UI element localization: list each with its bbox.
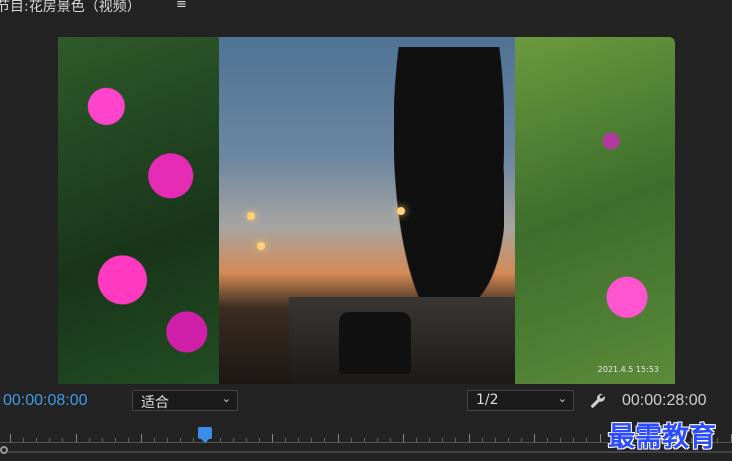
hamburger-menu-icon[interactable]: ≡ [176, 0, 187, 12]
video-frame-center-street [219, 37, 515, 384]
ruler-tick [508, 438, 509, 442]
ruler-tick [377, 438, 378, 442]
watermark-logo-text: 最需教育 [608, 422, 716, 453]
ruler-tick [10, 434, 11, 442]
video-frame-right-flowers: 2021.4.5 15:53 [515, 37, 675, 384]
ruler-tick [233, 438, 234, 442]
ruler-tick [547, 438, 548, 442]
ruler-tick [338, 434, 339, 442]
streetlight [247, 212, 255, 220]
ruler-tick [429, 438, 430, 442]
ruler-tick [403, 434, 404, 442]
duration-timecode: 00:00:28:00 [622, 392, 707, 409]
ruler-tick [193, 438, 194, 442]
ruler-tick [534, 434, 535, 442]
ruler-tick [285, 438, 286, 442]
ruler-tick [246, 438, 247, 442]
ruler-tick [154, 438, 155, 442]
ruler-tick [455, 438, 456, 442]
tree-silhouette [394, 47, 504, 327]
ruler-tick [521, 438, 522, 442]
wrench-icon[interactable] [588, 388, 612, 412]
ruler-tick [115, 438, 116, 442]
monitor-controls: 00:00:08:00 适合 ⌄ 1/2 ⌄ 00:00:28:00 [0, 386, 732, 418]
playback-resolution-select-value: 1/2 [476, 392, 499, 408]
ruler-tick [180, 438, 181, 442]
program-monitor-viewer[interactable]: 2021.4.5 15:53 [58, 37, 675, 384]
ruler-tick [390, 438, 391, 442]
zoom-scroll-handle[interactable] [0, 446, 8, 454]
streetlight [257, 242, 265, 250]
ruler-tick [259, 438, 260, 442]
ruler-tick [560, 438, 561, 442]
chevron-down-icon: ⌄ [221, 392, 231, 405]
ruler-tick [76, 434, 77, 442]
panel-title-bar: 节目:花房景色（视频） ≡ [0, 0, 732, 16]
ruler-tick [351, 438, 352, 442]
streetlight [397, 207, 405, 215]
zoom-fit-select-value: 适合 [141, 395, 169, 411]
playhead[interactable] [198, 427, 212, 443]
video-frame-left-flowers [58, 37, 219, 384]
ruler-tick [272, 434, 273, 442]
ruler-tick [469, 434, 470, 442]
ruler-tick [442, 438, 443, 442]
ruler-tick [324, 438, 325, 442]
ruler-tick [36, 438, 37, 442]
zoom-fit-select[interactable]: 适合 ⌄ [132, 390, 238, 411]
ruler-tick [482, 438, 483, 442]
ruler-tick [364, 438, 365, 442]
ruler-tick [49, 438, 50, 442]
ruler-tick [600, 434, 601, 442]
ruler-tick [23, 438, 24, 442]
ruler-tick [298, 438, 299, 442]
ruler-tick [586, 438, 587, 442]
ruler-tick [128, 438, 129, 442]
time-ruler[interactable]: 最需教育 [0, 422, 732, 461]
panel-title[interactable]: 节目:花房景色（视频） [0, 0, 141, 16]
ruler-tick [416, 438, 417, 442]
ruler-tick [311, 438, 312, 442]
car [339, 312, 411, 374]
video-timestamp-overlay: 2021.4.5 15:53 [597, 365, 659, 374]
ruler-tick [89, 438, 90, 442]
ruler-tick [62, 438, 63, 442]
ruler-tick [220, 438, 221, 442]
current-timecode[interactable]: 00:00:08:00 [3, 392, 88, 410]
ruler-tick [717, 438, 718, 442]
ruler-tick [141, 434, 142, 442]
ruler-tick [495, 438, 496, 442]
playback-resolution-select[interactable]: 1/2 ⌄ [467, 390, 574, 411]
chevron-down-icon: ⌄ [557, 392, 567, 405]
ruler-tick [102, 438, 103, 442]
ruler-tick [167, 438, 168, 442]
ruler-tick [573, 438, 574, 442]
